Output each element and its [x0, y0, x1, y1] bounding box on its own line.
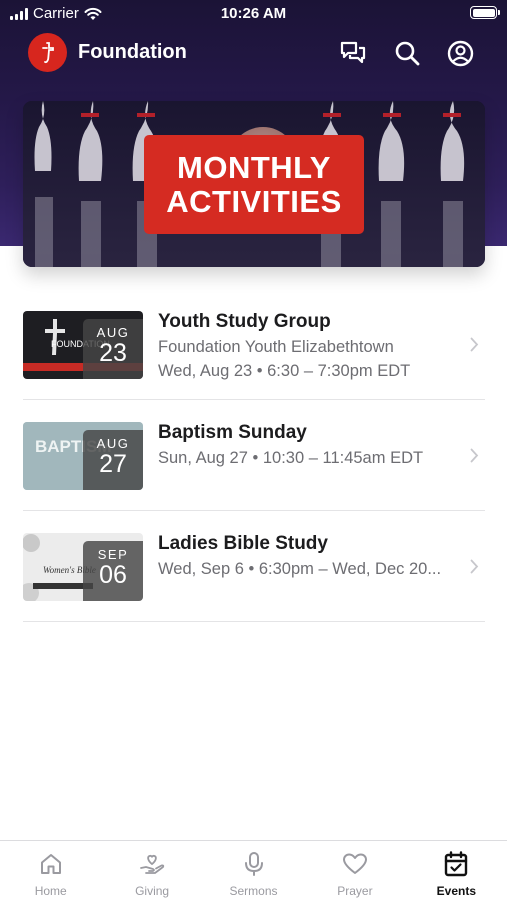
event-thumbnail: FOUNDATION AUG 23	[23, 311, 143, 379]
calendar-icon	[442, 850, 470, 878]
event-title: Youth Study Group	[158, 311, 331, 332]
date-day: 06	[99, 561, 127, 589]
tab-prayer[interactable]: Prayer	[304, 841, 405, 900]
banner-line-1: MONTHLY	[177, 150, 331, 185]
tab-label: Giving	[135, 884, 170, 898]
date-month: AUG	[96, 325, 130, 340]
date-month: AUG	[96, 436, 130, 451]
date-badge: AUG 23	[83, 319, 143, 379]
event-location: Foundation Youth Elizabethtown	[158, 338, 394, 356]
list-item[interactable]: BAPTISM AUG 27 Baptism Sunday Sun, Aug 2…	[23, 400, 485, 511]
tab-home[interactable]: Home	[0, 841, 101, 900]
giving-icon	[138, 850, 166, 878]
date-badge: AUG 27	[83, 430, 143, 490]
chevron-right-icon	[470, 559, 479, 574]
cross-icon	[41, 41, 54, 63]
heart-icon	[341, 850, 369, 878]
event-list: FOUNDATION AUG 23 Youth Study Group Foun…	[23, 289, 485, 622]
battery-icon	[470, 6, 500, 19]
event-thumbnail: Women's Bible SEP 06	[23, 533, 143, 601]
event-title: Baptism Sunday	[158, 422, 307, 443]
list-item[interactable]: FOUNDATION AUG 23 Youth Study Group Foun…	[23, 289, 485, 400]
event-thumbnail: BAPTISM AUG 27	[23, 422, 143, 490]
date-badge: SEP 06	[83, 541, 143, 601]
app-title: Foundation	[78, 41, 187, 63]
search-icon[interactable]	[392, 38, 422, 68]
church-logo[interactable]	[28, 33, 67, 72]
status-bar: Carrier 10:26 AM	[0, 0, 507, 28]
chevron-right-icon	[470, 337, 479, 352]
profile-icon[interactable]	[445, 38, 475, 68]
chevron-right-icon	[470, 448, 479, 463]
chat-icon[interactable]	[338, 38, 368, 68]
tab-label: Prayer	[337, 884, 373, 898]
featured-banner[interactable]: MONTHLY ACTIVITIES	[23, 101, 485, 267]
event-datetime: Wed, Aug 23 • 6:30 – 7:30pm EDT	[158, 362, 411, 380]
tab-label: Events	[436, 884, 476, 898]
event-title: Ladies Bible Study	[158, 533, 328, 554]
date-month: SEP	[97, 547, 129, 562]
tab-label: Home	[34, 884, 67, 898]
banner-line-2: ACTIVITIES	[166, 184, 342, 219]
home-icon	[37, 850, 65, 878]
tab-sermons[interactable]: Sermons	[203, 841, 304, 900]
tab-events[interactable]: Events	[406, 841, 507, 900]
tab-bar: Home Giving Sermons Prayer Events	[0, 840, 507, 900]
date-day: 23	[99, 339, 127, 367]
microphone-icon	[240, 850, 268, 878]
event-datetime: Wed, Sep 6 • 6:30pm – Wed, Dec 20...	[158, 560, 442, 578]
event-datetime: Sun, Aug 27 • 10:30 – 11:45am EDT	[158, 449, 424, 467]
app-header: Foundation	[0, 30, 507, 76]
status-time: 10:26 AM	[220, 5, 287, 22]
tab-giving[interactable]: Giving	[101, 841, 202, 900]
banner-title: MONTHLY ACTIVITIES	[144, 135, 364, 234]
list-item[interactable]: Women's Bible SEP 06 Ladies Bible Study …	[23, 511, 485, 622]
date-day: 27	[99, 450, 127, 478]
tab-label: Sermons	[229, 884, 278, 898]
